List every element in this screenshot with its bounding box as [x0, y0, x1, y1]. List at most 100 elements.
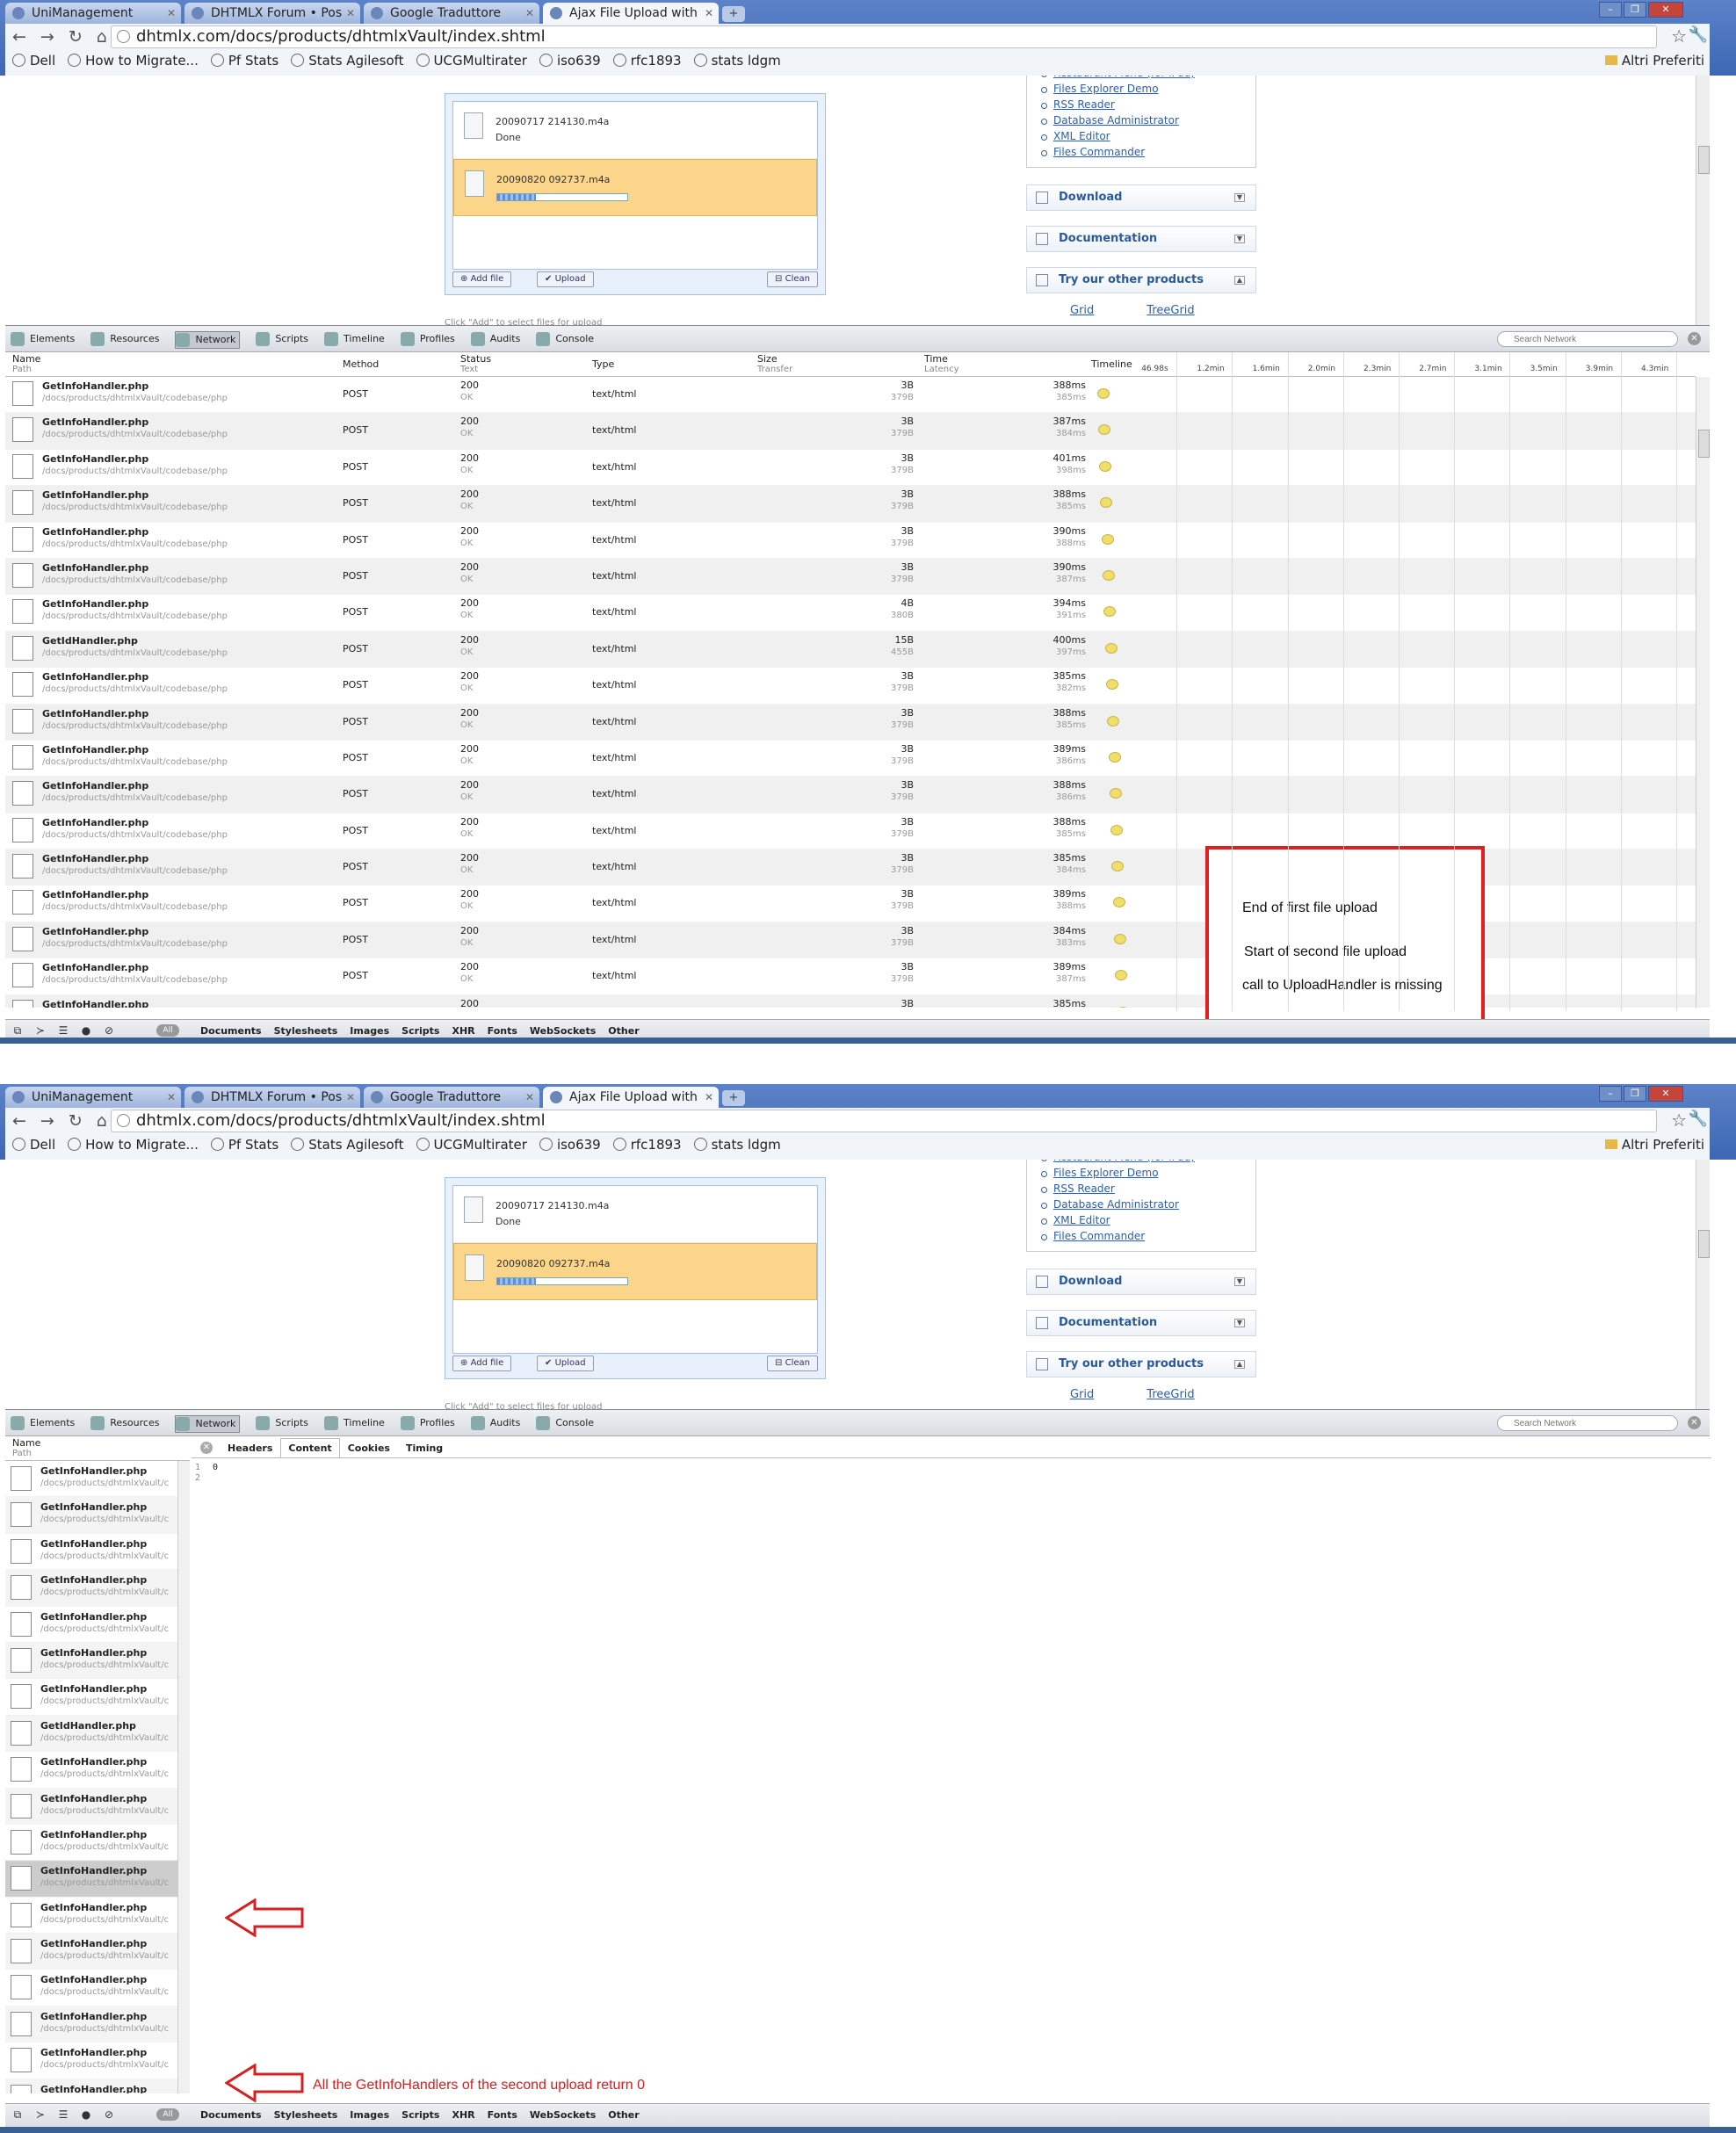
upload-button[interactable]: ✔ Upload [537, 1356, 594, 1371]
clean-button[interactable]: ⊟ Clean [767, 1356, 818, 1371]
table-row[interactable]: GetInfoHandler.php/docs/products/dhtmlxV… [5, 558, 1696, 596]
table-row[interactable]: GetIdHandler.php/docs/products/dhtmlxVau… [5, 631, 1696, 669]
new-tab-button[interactable]: + [722, 1090, 745, 1106]
link-rss-reader[interactable]: RSS Reader [1041, 98, 1255, 114]
table-row[interactable]: GetInfoHandler.php/docs/products/dhtmlxV… [5, 595, 1696, 632]
close-icon[interactable]: ✕ [167, 1087, 176, 1108]
tab-google-traduttore[interactable]: Google Traduttore ✕ [364, 1087, 539, 1108]
filter-images[interactable]: Images [350, 1025, 389, 1037]
wrench-icon[interactable]: 🔧 [1689, 25, 1708, 44]
filter-stylesheets[interactable]: Stylesheets [274, 1025, 338, 1037]
col-status[interactable]: Status Text [460, 354, 491, 375]
close-icon[interactable]: ✕ [525, 1087, 534, 1108]
close-icon[interactable]: ✕ [705, 1087, 713, 1108]
upload-item-in-progress[interactable]: 20090820 092737.m4a [453, 1243, 817, 1300]
dock-icon[interactable]: ⧉ [11, 2108, 25, 2121]
bookmark-item[interactable]: Stats Agilesoft [291, 53, 403, 69]
page-scrollbar[interactable] [1696, 1160, 1710, 1409]
record-icon[interactable]: ● [79, 1024, 93, 1037]
filter-xhr[interactable]: XHR [452, 2109, 474, 2121]
console-tab[interactable]: Console [536, 1415, 594, 1433]
col-type[interactable]: Type [592, 359, 614, 370]
link-database-admin[interactable]: Database Administrator [1041, 1198, 1255, 1214]
console-tab[interactable]: Console [536, 331, 594, 349]
tab-unimanagement[interactable]: UniManagement ✕ [5, 1087, 181, 1108]
close-window-icon[interactable]: ✕ [1648, 2, 1683, 18]
tab-google-traduttore[interactable]: Google Traduttore ✕ [364, 3, 539, 24]
list-item[interactable]: GetInfoHandler.php/docs/products/dhtmlxV… [5, 2079, 189, 2093]
try-products-panel[interactable]: Try our other products ▲ [1026, 267, 1256, 293]
bookmark-item[interactable]: stats ldgm [694, 53, 781, 69]
link-files-explorer[interactable]: Files Explorer Demo [1041, 1167, 1255, 1182]
clear-icon[interactable]: ⊘ [102, 1024, 116, 1037]
list-item[interactable]: GetInfoHandler.php/docs/products/dhtmlxV… [5, 1497, 189, 1534]
bookmark-star-icon[interactable]: ☆ [1671, 25, 1687, 47]
filter-all[interactable]: All [156, 1024, 179, 1037]
record-icon[interactable]: ● [79, 2108, 93, 2121]
table-row[interactable]: GetInfoHandler.php/docs/products/dhtmlxV… [5, 704, 1696, 741]
list-item[interactable]: GetInfoHandler.php/docs/products/dhtmlxV… [5, 1898, 189, 1934]
list-view-icon[interactable]: ☰ [56, 1024, 70, 1037]
link-database-admin[interactable]: Database Administrator [1041, 114, 1255, 130]
list-item[interactable]: GetIdHandler.php/docs/products/dhtmlxVau… [5, 1715, 189, 1753]
filter-scripts[interactable]: Scripts [401, 2109, 439, 2121]
close-icon[interactable]: ✕ [346, 1087, 355, 1108]
link-restaurant-menu[interactable]: Restaurant Menu (for iPad) [1041, 76, 1255, 83]
close-detail-icon[interactable]: ✕ [200, 1442, 213, 1454]
minimize-icon[interactable]: – [1599, 2, 1622, 18]
home-icon[interactable]: ⌂ [97, 27, 107, 47]
profiles-tab[interactable]: Profiles [400, 1415, 455, 1433]
bookmark-item[interactable]: Dell [12, 1137, 55, 1153]
elements-tab[interactable]: Elements [11, 1415, 75, 1433]
table-row[interactable]: GetInfoHandler.php/docs/products/dhtmlxV… [5, 450, 1696, 487]
filter-fonts[interactable]: Fonts [488, 2109, 517, 2121]
documentation-panel[interactable]: Documentation ▼ [1026, 1310, 1256, 1336]
filter-documents[interactable]: Documents [200, 2109, 262, 2121]
tab-dhtmlx-forum[interactable]: DHTMLX Forum • Pos ✕ [184, 1087, 360, 1108]
list-item[interactable]: GetInfoHandler.php/docs/products/dhtmlxV… [5, 1788, 189, 1825]
content-tab[interactable]: Content [280, 1438, 340, 1458]
filter-all[interactable]: All [156, 2108, 179, 2121]
close-icon[interactable]: ✕ [346, 3, 355, 24]
filter-websockets[interactable]: WebSockets [530, 1025, 596, 1037]
close-devtools-icon[interactable]: ✕ [1688, 332, 1701, 345]
col-timeline[interactable]: Timeline [1091, 359, 1132, 370]
bookmark-item[interactable]: UCGMultirater [416, 53, 527, 69]
new-tab-button[interactable]: + [722, 6, 745, 22]
list-item[interactable]: GetInfoHandler.php/docs/products/dhtmlxV… [5, 1607, 189, 1643]
audits-tab[interactable]: Audits [470, 1415, 520, 1433]
timeline-tab[interactable]: Timeline [324, 331, 385, 349]
sidebar-scrollbar[interactable] [177, 1461, 190, 2093]
search-network-input[interactable] [1497, 331, 1678, 347]
home-icon[interactable]: ⌂ [97, 1111, 107, 1131]
bookmark-item[interactable]: Pf Stats [211, 1137, 278, 1153]
tab-ajax-file-upload[interactable]: Ajax File Upload with ✕ [543, 3, 719, 24]
table-row[interactable]: GetInfoHandler.php/docs/products/dhtmlxV… [5, 813, 1696, 850]
timeline-tab[interactable]: Timeline [324, 1415, 385, 1433]
maximize-icon[interactable]: ❐ [1624, 2, 1646, 18]
list-item[interactable]: GetInfoHandler.php/docs/products/dhtmlxV… [5, 1642, 189, 1680]
timing-tab[interactable]: Timing [398, 1438, 451, 1458]
grid-link[interactable]: Grid [1070, 304, 1094, 317]
list-item[interactable]: GetInfoHandler.php/docs/products/dhtmlxV… [5, 1861, 189, 1898]
bookmark-item[interactable]: How to Migrate... [68, 1137, 199, 1153]
filter-documents[interactable]: Documents [200, 1025, 262, 1037]
list-view-icon[interactable]: ☰ [56, 2108, 70, 2121]
console-prompt-icon[interactable]: ≻ [33, 1024, 47, 1037]
col-method[interactable]: Method [343, 359, 379, 370]
list-item[interactable]: GetInfoHandler.php/docs/products/dhtmlxV… [5, 2006, 189, 2043]
add-file-button[interactable]: ⊕ Add file [452, 271, 512, 287]
address-bar[interactable]: dhtmlx.com/docs/products/dhtmlxVault/ind… [111, 1110, 1657, 1132]
link-files-commander[interactable]: Files Commander [1041, 146, 1255, 162]
upload-item-in-progress[interactable]: 20090820 092737.m4a [453, 159, 817, 216]
list-item[interactable]: GetInfoHandler.php/docs/products/dhtmlxV… [5, 1752, 189, 1789]
forward-arrow-icon[interactable]: → [40, 27, 54, 47]
clean-button[interactable]: ⊟ Clean [767, 271, 818, 287]
network-scrollbar[interactable] [1696, 377, 1710, 1008]
filter-xhr[interactable]: XHR [452, 1025, 474, 1037]
bookmark-item[interactable]: rfc1893 [613, 1137, 682, 1153]
console-prompt-icon[interactable]: ≻ [33, 2108, 47, 2121]
close-devtools-icon[interactable]: ✕ [1688, 1416, 1701, 1429]
tab-unimanagement[interactable]: UniManagement ✕ [5, 3, 181, 24]
elements-tab[interactable]: Elements [11, 331, 75, 349]
